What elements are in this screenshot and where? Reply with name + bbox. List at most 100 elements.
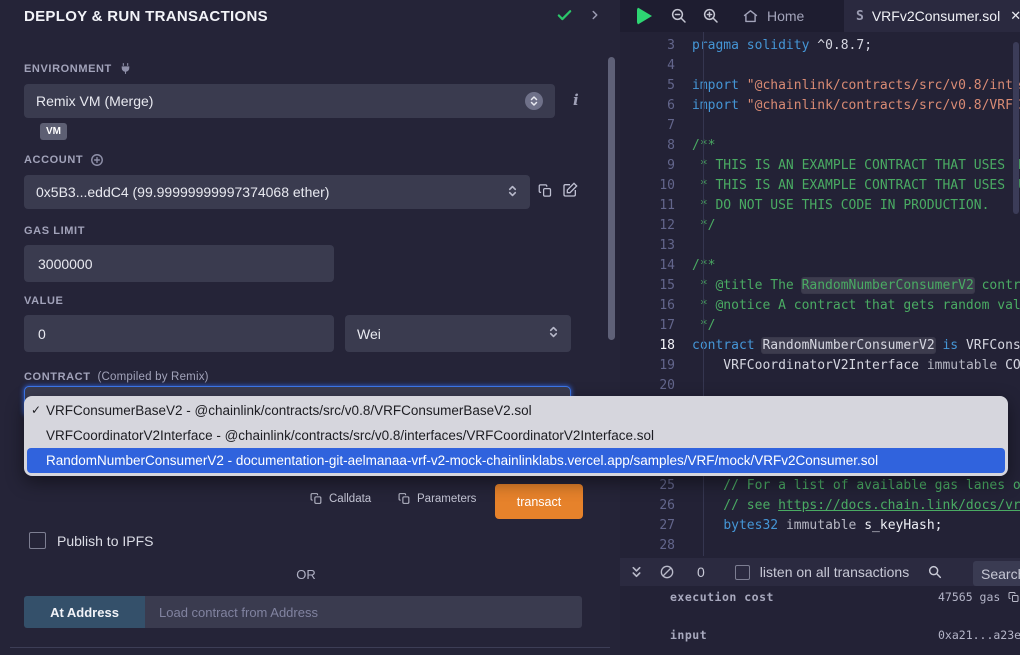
environment-label: ENVIRONMENT	[24, 62, 132, 75]
line-number: 9	[620, 156, 689, 176]
code-text: // see https://docs.chain.link/docs/vrf-…	[689, 496, 1020, 516]
clear-console-ban-icon[interactable]	[659, 564, 675, 580]
copy-calldata-button[interactable]: Calldata	[310, 492, 371, 505]
line-number: 11	[620, 196, 689, 216]
code-text: /**	[689, 136, 715, 156]
code-line[interactable]: 13	[620, 236, 1020, 256]
code-line[interactable]: 7	[620, 116, 1020, 136]
vm-badge: VM	[40, 123, 67, 140]
copy-account-icon[interactable]	[538, 183, 553, 198]
terminal-row-key: execution cost	[670, 590, 774, 604]
editor-scrollbar-thumb[interactable]	[1013, 42, 1019, 214]
solidity-file-icon: S	[856, 9, 864, 24]
line-number: 7	[620, 116, 689, 136]
copy-parameters-button[interactable]: Parameters	[398, 492, 476, 505]
edit-account-pencil-icon[interactable]	[562, 182, 578, 198]
code-text: contract RandomNumberConsumerV2 is VRFCo…	[689, 336, 1020, 356]
line-number: 26	[620, 496, 689, 516]
code-text: * @title The RandomNumberConsumerV2 cont…	[689, 276, 1020, 296]
plug-icon	[119, 62, 132, 75]
contract-option[interactable]: VRFCoordinatorV2Interface - @chainlink/c…	[24, 423, 1008, 448]
at-address-button[interactable]: At Address	[24, 596, 145, 628]
line-number: 17	[620, 316, 689, 336]
code-text: import "@chainlink/contracts/src/v0.8/in…	[689, 76, 1020, 96]
transact-button[interactable]: transact	[495, 484, 583, 519]
close-tab-icon[interactable]: ✕	[1010, 8, 1020, 24]
listen-all-transactions-label: listen on all transactions	[760, 564, 909, 580]
code-line[interactable]: 15 * @title The RandomNumberConsumerV2 c…	[620, 276, 1020, 296]
add-account-plus-icon[interactable]	[90, 153, 104, 167]
code-text	[689, 236, 692, 256]
editor-tabbar: Home S VRFv2Consumer.sol ✕	[620, 0, 1020, 32]
contract-option-label: VRFCoordinatorV2Interface - @chainlink/c…	[46, 428, 654, 443]
code-line[interactable]: 17 */	[620, 316, 1020, 336]
code-line[interactable]: 5import "@chainlink/contracts/src/v0.8/i…	[620, 76, 1020, 96]
terminal-row-key: input	[670, 628, 707, 642]
tab-home[interactable]: Home	[742, 8, 804, 25]
environment-info-icon[interactable]: i	[573, 91, 579, 109]
code-line[interactable]: 3pragma solidity ^0.8.7;	[620, 36, 1020, 56]
collapse-terminal-icon[interactable]	[630, 565, 643, 580]
listen-all-transactions-checkbox[interactable]	[735, 565, 750, 580]
at-address-input[interactable]	[145, 596, 582, 628]
run-play-icon[interactable]	[637, 7, 652, 25]
code-line[interactable]: 4	[620, 56, 1020, 76]
panel-title: DEPLOY & RUN TRANSACTIONS	[24, 8, 268, 25]
code-line[interactable]: 11 * DO NOT USE THIS CODE IN PRODUCTION.	[620, 196, 1020, 216]
gas-limit-input[interactable]	[24, 245, 334, 282]
caret-updown-icon	[525, 92, 543, 110]
line-number: 6	[620, 96, 689, 116]
caret-updown-icon	[548, 325, 559, 342]
code-line[interactable]: 10 * THIS IS AN EXAMPLE CONTRACT THAT US…	[620, 176, 1020, 196]
code-line[interactable]: 27 bytes32 immutable s_keyHash;	[620, 516, 1020, 536]
account-select[interactable]: 0x5B3...eddC4 (99.99999999997374068 ethe…	[24, 175, 530, 209]
panel-scrollbar-thumb[interactable]	[608, 57, 615, 340]
zoom-out-icon[interactable]	[670, 7, 688, 25]
terminal-output: execution cost47565 gasinput0xa21...a23e…	[620, 586, 1020, 655]
line-number: 15	[620, 276, 689, 296]
code-line[interactable]: 6import "@chainlink/contracts/src/v0.8/V…	[620, 96, 1020, 116]
code-line[interactable]: 19 VRFCoordinatorV2Interface immutable C…	[620, 356, 1020, 376]
code-line[interactable]: 16 * @notice A contract that gets random…	[620, 296, 1020, 316]
code-line[interactable]: 28	[620, 536, 1020, 556]
tab-vrfv2consumer[interactable]: S VRFv2Consumer.sol ✕	[843, 0, 1020, 32]
line-number: 12	[620, 216, 689, 236]
zoom-in-icon[interactable]	[702, 7, 720, 25]
home-icon	[742, 8, 759, 25]
terminal-search-input[interactable]	[973, 561, 1020, 586]
publish-to-ipfs-checkbox[interactable]	[29, 532, 46, 549]
code-line[interactable]: 12 */	[620, 216, 1020, 236]
code-line[interactable]: 9 * THIS IS AN EXAMPLE CONTRACT THAT USE…	[620, 156, 1020, 176]
value-input[interactable]	[24, 315, 334, 352]
collapse-panel-chevron-icon[interactable]	[588, 8, 602, 27]
contract-option[interactable]: RandomNumberConsumerV2 - documentation-g…	[27, 448, 1005, 473]
code-text: */	[689, 216, 715, 236]
terminal-toolbar: 0 listen on all transactions	[620, 558, 1020, 586]
contract-option[interactable]: ✓VRFConsumerBaseV2 - @chainlink/contract…	[24, 398, 1008, 423]
code-line[interactable]: 14/**	[620, 256, 1020, 276]
contract-dropdown-popup: ✓VRFConsumerBaseV2 - @chainlink/contract…	[24, 396, 1008, 476]
code-text: /**	[689, 256, 715, 276]
line-number: 18	[620, 336, 689, 356]
search-icon	[927, 564, 943, 580]
contract-sublabel: (Compiled by Remix)	[98, 371, 209, 383]
environment-select[interactable]: Remix VM (Merge)	[24, 84, 555, 118]
value-unit-select[interactable]: Wei	[345, 315, 571, 352]
copy-icon[interactable]	[1008, 591, 1020, 606]
publish-to-ipfs-label: Publish to IPFS	[57, 533, 154, 549]
code-line[interactable]: 26 // see https://docs.chain.link/docs/v…	[620, 496, 1020, 516]
line-number: 16	[620, 296, 689, 316]
code-line[interactable]: 25 // For a list of available gas lanes …	[620, 476, 1020, 496]
code-text: * THIS IS AN EXAMPLE CONTRACT THAT USES …	[689, 156, 1020, 176]
code-line[interactable]: 18contract RandomNumberConsumerV2 is VRF…	[620, 336, 1020, 356]
code-editor[interactable]: 2// An example of a consumer contract th…	[620, 32, 1020, 558]
code-text	[689, 116, 692, 136]
code-line[interactable]: 8/**	[620, 136, 1020, 156]
line-number: 19	[620, 356, 689, 376]
clipboard-icon	[398, 492, 411, 505]
code-line[interactable]: 20	[620, 376, 1020, 396]
line-number: 3	[620, 36, 689, 56]
clipboard-icon	[310, 492, 323, 505]
divider	[10, 647, 610, 648]
code-text	[689, 376, 692, 396]
